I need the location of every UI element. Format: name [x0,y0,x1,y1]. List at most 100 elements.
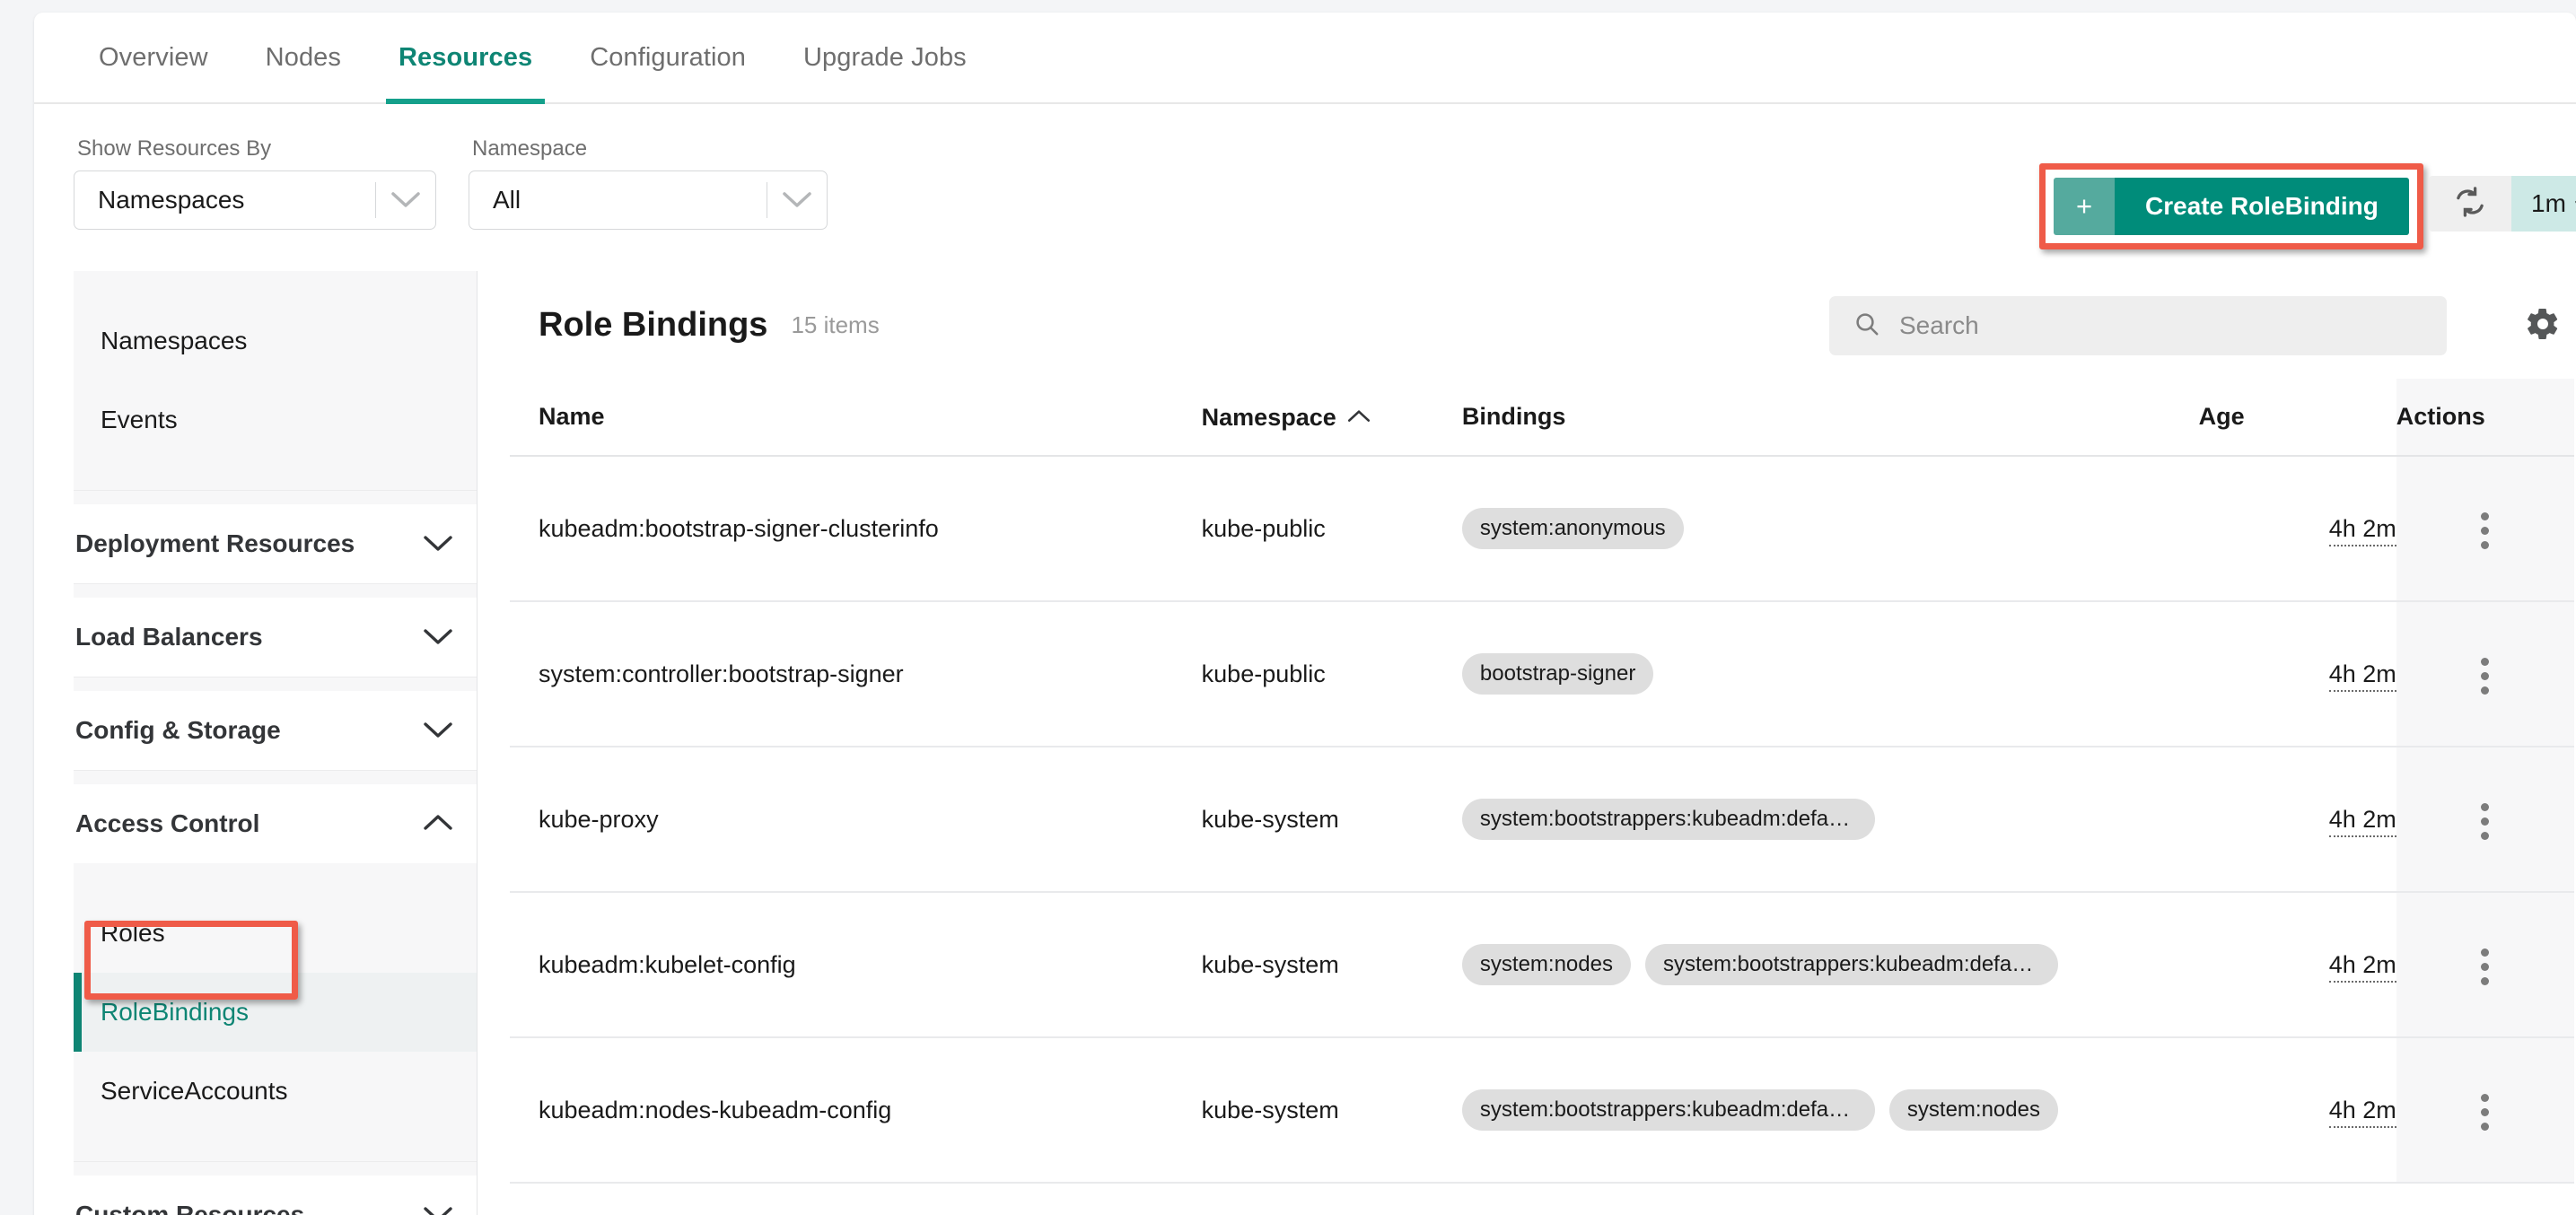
column-header-bindings[interactable]: Bindings [1461,379,2199,457]
cell-age: 4h 2m [2198,1037,2396,1184]
table-body: kubeadm:bootstrap-signer-clusterinfo kube… [510,456,2574,1184]
tab-resources[interactable]: Resources [370,13,561,104]
search-box[interactable] [1829,296,2447,355]
tab-bar: Overview Nodes Resources Configuration Upgra… [34,13,2576,104]
table-head: Name Namespace Bindings Age Actions [510,379,2574,457]
chevron-down-icon [423,716,453,745]
sidebar-divider [74,490,477,504]
namespace-value: All [493,186,521,214]
sidebar-item-namespaces[interactable]: Namespaces [74,302,477,380]
row-actions-menu-icon[interactable] [2472,503,2498,558]
search-input[interactable] [1897,310,2400,341]
cell-namespace: kube-public [1201,456,1462,602]
cell-name: kube-proxy [510,747,1202,893]
refresh-controls: 1m ▾ [2429,176,2576,232]
sidebar-divider [74,770,477,784]
binding-chip-list: bootstrap-signer [1461,653,2199,695]
cell-namespace: kube-system [1201,892,1462,1038]
namespace-field: Namespace All [469,136,828,230]
column-header-label: Namespace [1201,404,1336,431]
rolebindings-table: Name Namespace Bindings Age Actions kubeadm:… [510,379,2574,1184]
row-actions-menu-icon[interactable] [2472,649,2498,704]
sidebar-item-rolebindings[interactable]: RoleBindings [74,973,477,1052]
row-actions-menu-icon[interactable] [2472,794,2498,849]
binding-chip-list: system:anonymous [1461,508,2199,549]
refresh-button[interactable] [2429,176,2511,232]
binding-chip: system:bootstrappers:kubeadm:defau… [1461,799,1875,840]
age-value: 4h 2m [2328,950,2396,983]
tab-nodes[interactable]: Nodes [237,13,370,102]
create-rolebinding-highlight: + Create RoleBinding [2039,163,2423,249]
cell-namespace: kube-system [1201,1037,1462,1184]
sidebar-divider [74,583,477,598]
sort-ascending-icon [1347,402,1371,430]
sidebar-top-block: Namespaces Events [74,271,477,490]
row-actions-menu-icon[interactable] [2472,940,2498,994]
cell-age: 4h 2m [2198,892,2396,1038]
chevron-down-icon [423,623,453,651]
sidebar-item-serviceaccounts[interactable]: ServiceAccounts [74,1052,477,1131]
table-row[interactable]: system:controller:bootstrap-signer kube-p… [510,601,2574,747]
refresh-interval-value: 1m [2531,189,2566,217]
table-row[interactable]: kubeadm:bootstrap-signer-clusterinfo kube… [510,456,2574,602]
chevron-down-icon [376,191,435,209]
cell-name: kubeadm:bootstrap-signer-clusterinfo [510,456,1202,602]
item-count: 15 items [791,310,880,338]
sidebar-group-config-storage[interactable]: Config & Storage [74,691,477,770]
plus-icon: + [2054,178,2115,235]
cell-age: 4h 2m [2198,747,2396,893]
cell-actions [2396,456,2574,602]
tab-upgrade-jobs[interactable]: Upgrade Jobs [775,13,995,102]
sidebar-group-deployment-resources[interactable]: Deployment Resources [74,504,477,583]
table-header-row: Name Namespace Bindings Age Actions [510,379,2574,457]
show-resources-by-label: Show Resources By [77,136,272,161]
show-resources-by-select[interactable]: Namespaces [74,170,436,230]
binding-chip: system:anonymous [1461,508,1684,549]
binding-chip: system:bootstrappers:kubeadm:defau… [1644,944,2058,985]
cell-name: kubeadm:nodes-kubeadm-config [510,1037,1202,1184]
show-resources-by-value: Namespaces [98,186,245,214]
tab-overview[interactable]: Overview [70,13,237,102]
binding-chip-list: system:bootstrappers:kubeadm:defau… syste… [1461,1089,2199,1131]
tab-configuration[interactable]: Configuration [561,13,775,102]
cell-bindings: system:bootstrappers:kubeadm:defau… [1461,747,2199,893]
create-rolebinding-button[interactable]: + Create RoleBinding [2054,178,2409,235]
cell-age: 4h 2m [2198,601,2396,747]
sidebar-divider [74,677,477,691]
age-value: 4h 2m [2328,660,2396,692]
binding-chip: bootstrap-signer [1461,653,1654,695]
column-header-label: Name [539,403,605,430]
sidebar-item-roles[interactable]: Roles [74,894,477,973]
table-row[interactable]: kubeadm:nodes-kubeadm-config kube-system s… [510,1037,2574,1184]
column-header-age[interactable]: Age [2198,379,2396,457]
table-row[interactable]: kube-proxy kube-system system:bootstrapper… [510,747,2574,893]
row-actions-menu-icon[interactable] [2472,1085,2498,1140]
namespace-select[interactable]: All [469,170,828,230]
sidebar-group-access-control[interactable]: Access Control [74,784,477,863]
column-header-name[interactable]: Name [510,379,1202,457]
sidebar-group-label: Deployment Resources [75,529,355,557]
binding-chip: system:nodes [1461,944,1631,985]
chevron-up-icon [423,809,453,838]
chevron-down-icon [423,529,453,558]
column-header-label: Age [2198,403,2245,430]
cell-actions [2396,747,2574,893]
sidebar-group-load-balancers[interactable]: Load Balancers [74,598,477,677]
cell-bindings: system:anonymous [1461,456,2199,602]
page-title: Role Bindings [539,305,768,344]
sidebar-group-custom-resources[interactable]: Custom Resources [74,1176,477,1215]
column-header-namespace[interactable]: Namespace [1201,379,1462,457]
search-icon [1853,310,1881,343]
cell-name: kubeadm:kubelet-config [510,892,1202,1038]
column-header-actions[interactable]: Actions [2396,379,2574,457]
show-resources-by-field: Show Resources By Namespaces [74,136,436,230]
binding-chip-list: system:bootstrappers:kubeadm:defau… [1461,799,2199,840]
sidebar-item-events[interactable]: Events [74,380,477,459]
table-row[interactable]: kubeadm:kubelet-config kube-system system:… [510,892,2574,1038]
refresh-interval-button[interactable]: 1m ▾ [2511,176,2576,232]
table-settings-button[interactable] [2513,296,2572,355]
sidebar-group-items: Roles RoleBindings ServiceAccounts [74,863,477,1161]
